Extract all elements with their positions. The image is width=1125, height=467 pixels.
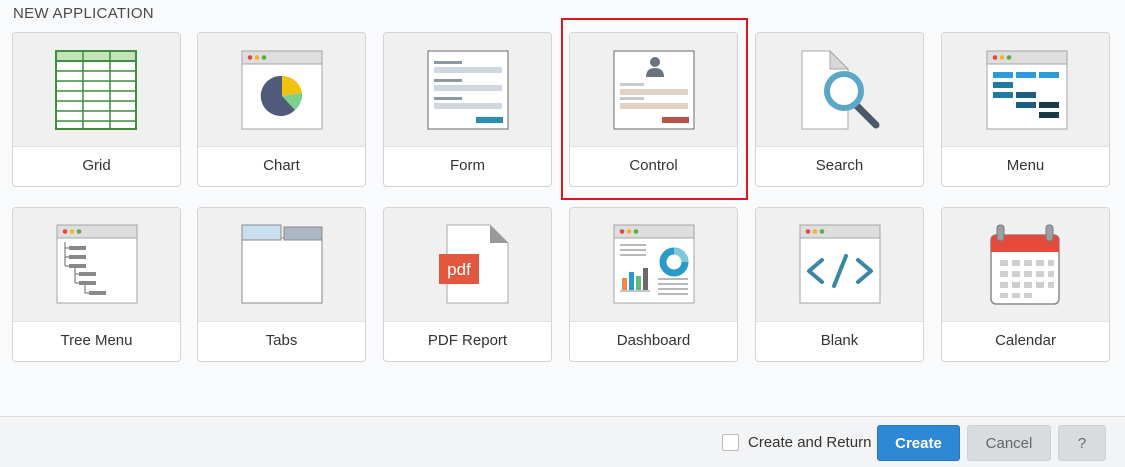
app-card-label: PDF Report — [427, 332, 508, 349]
app-card-label: Search — [815, 157, 864, 174]
pdf-report-icon: pdf — [439, 224, 509, 304]
app-card-search[interactable]: Search — [755, 32, 924, 187]
create-button[interactable]: Create — [877, 425, 960, 461]
app-card-label: Dashboard — [616, 332, 691, 349]
app-card-pdf-report[interactable]: pdf PDF Report — [383, 207, 552, 362]
app-card-grid[interactable]: Grid — [12, 32, 181, 187]
create-and-return-label[interactable]: Create and Return — [748, 434, 871, 451]
app-card-label: Calendar — [995, 332, 1056, 349]
app-card-tabs[interactable]: Tabs — [197, 207, 366, 362]
dashboard-icon — [613, 224, 695, 304]
menu-icon — [986, 50, 1068, 130]
form-icon — [427, 50, 509, 130]
app-card-form[interactable]: Form — [383, 32, 552, 187]
app-card-dashboard[interactable]: Dashboard — [569, 207, 738, 362]
chart-icon — [241, 50, 323, 130]
search-icon — [801, 49, 880, 130]
app-card-menu[interactable]: Menu — [941, 32, 1110, 187]
create-and-return-checkbox[interactable] — [722, 434, 739, 451]
app-card-label: Grid — [82, 157, 111, 174]
app-card-calendar[interactable]: Calendar — [941, 207, 1110, 362]
svg-text:pdf: pdf — [447, 260, 471, 279]
grid-icon — [55, 50, 137, 130]
app-card-label: Menu — [1006, 157, 1045, 174]
app-card-label: Tabs — [265, 332, 298, 349]
blank-icon — [799, 224, 881, 304]
calendar-icon — [990, 224, 1060, 305]
app-card-chart[interactable]: Chart — [197, 32, 366, 187]
app-card-label: Blank — [820, 332, 859, 349]
tabs-icon — [241, 224, 323, 304]
app-card-blank[interactable]: Blank — [755, 207, 924, 362]
help-button[interactable]: ? — [1058, 425, 1106, 461]
control-icon — [613, 50, 695, 130]
app-card-label: Chart — [263, 157, 300, 174]
app-card-label: Control — [629, 157, 678, 174]
cancel-button[interactable]: Cancel — [967, 425, 1051, 461]
page-title: NEW APPLICATION — [13, 5, 154, 22]
app-card-label: Form — [450, 157, 485, 174]
tree-menu-icon — [56, 224, 138, 304]
app-card-control[interactable]: Control — [569, 32, 738, 187]
app-card-label: Tree Menu — [60, 332, 133, 349]
app-card-tree-menu[interactable]: Tree Menu — [12, 207, 181, 362]
